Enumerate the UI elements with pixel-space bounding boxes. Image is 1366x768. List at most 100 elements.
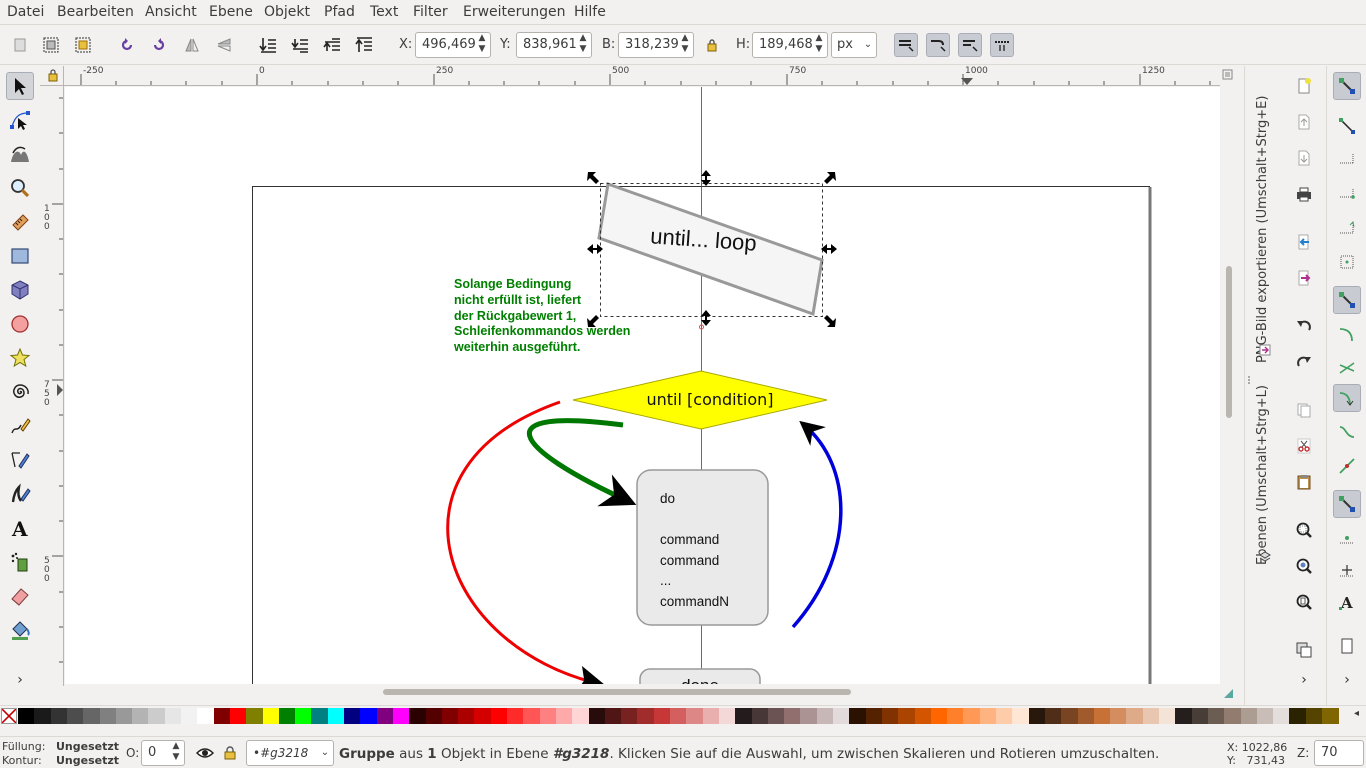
import-bitmap-button[interactable]	[1290, 228, 1318, 256]
snap-page-border-button[interactable]	[1333, 632, 1361, 660]
color-swatch[interactable]	[409, 708, 427, 724]
color-swatch[interactable]	[344, 708, 361, 724]
zoom-drawing-button[interactable]	[1290, 552, 1318, 580]
export-button[interactable]	[1290, 144, 1318, 172]
zoom-tool[interactable]	[6, 174, 34, 202]
zoom-page-button[interactable]	[1290, 588, 1318, 616]
menu-ebene[interactable]: Ebene	[209, 4, 253, 20]
color-swatch[interactable]	[686, 708, 704, 724]
scale-stroke-button[interactable]	[894, 33, 918, 57]
color-swatch[interactable]	[800, 708, 818, 724]
color-swatch[interactable]	[1061, 708, 1079, 724]
menu-filter[interactable]: Filter	[413, 4, 448, 20]
color-swatch[interactable]	[947, 708, 965, 724]
color-swatch[interactable]	[637, 708, 655, 724]
color-swatch[interactable]	[784, 708, 802, 724]
zoom-selection-button[interactable]	[1290, 516, 1318, 544]
select-all-layers-button[interactable]	[39, 33, 63, 57]
color-swatch[interactable]	[833, 708, 850, 724]
red-arrow[interactable]	[446, 400, 606, 684]
color-swatch[interactable]	[1322, 708, 1339, 724]
color-swatch[interactable]	[425, 708, 443, 724]
color-swatch[interactable]	[1191, 708, 1209, 724]
color-swatch[interactable]	[507, 708, 524, 724]
menu-hilfe[interactable]: Hilfe	[574, 4, 606, 20]
color-swatch[interactable]	[1044, 708, 1062, 724]
color-swatch[interactable]	[278, 708, 296, 724]
color-swatch[interactable]	[1142, 708, 1160, 724]
menu-pfad[interactable]: Pfad	[324, 4, 355, 20]
paste-button[interactable]	[1290, 468, 1318, 496]
commands-expand-button[interactable]: ›	[1290, 666, 1318, 694]
snap-expand-button[interactable]: ›	[1333, 666, 1361, 694]
measure-tool[interactable]	[6, 208, 34, 236]
new-document-button[interactable]	[1290, 72, 1318, 100]
paint-bucket-tool[interactable]	[6, 616, 34, 644]
lower-to-bottom-button[interactable]	[256, 33, 280, 57]
copy-button[interactable]	[1290, 396, 1318, 424]
snap-rotation-center-button[interactable]	[1333, 556, 1361, 584]
menu-ansicht[interactable]: Ansicht	[145, 4, 197, 20]
snap-enable-button[interactable]	[1333, 72, 1361, 100]
color-swatch[interactable]	[115, 708, 133, 724]
color-swatch[interactable]	[588, 708, 606, 724]
vertical-ruler[interactable]: 1 0 0 7 5 0 5 0 0	[40, 86, 64, 686]
horizontal-scroll-thumb[interactable]	[383, 689, 851, 695]
color-swatch[interactable]	[474, 708, 492, 724]
height-stepper-icon[interactable]: ▲ ▼	[813, 33, 825, 57]
color-swatch[interactable]	[523, 708, 541, 724]
menu-datei[interactable]: Datei	[7, 4, 44, 20]
snap-midpoints-button[interactable]	[1333, 452, 1361, 480]
y-field[interactable]: 838,961 ▲ ▼	[516, 32, 592, 58]
opacity-field[interactable]: 0 ▲ ▼	[141, 740, 185, 766]
snap-bbox-midpoint-button[interactable]	[1333, 214, 1361, 242]
snap-nodes-button[interactable]	[1333, 286, 1361, 314]
color-swatch[interactable]	[66, 708, 84, 724]
vertical-scroll-thumb[interactable]	[1226, 266, 1232, 418]
blue-arrow[interactable]	[791, 420, 843, 629]
color-swatch[interactable]	[914, 708, 932, 724]
snap-smooth-nodes-button[interactable]	[1333, 418, 1361, 446]
color-swatch[interactable]	[164, 708, 182, 724]
rotate-cw-button[interactable]	[147, 33, 171, 57]
color-swatch[interactable]	[458, 708, 476, 724]
color-swatch[interactable]	[621, 708, 639, 724]
menu-objekt[interactable]: Objekt	[264, 4, 310, 20]
rectangle-tool[interactable]	[6, 242, 34, 270]
color-swatch[interactable]	[1126, 708, 1144, 724]
width-stepper-icon[interactable]: ▲ ▼	[679, 33, 691, 57]
eraser-tool[interactable]	[6, 582, 34, 610]
color-swatch[interactable]	[1240, 708, 1258, 724]
menu-bearbeiten[interactable]: Bearbeiten	[57, 4, 134, 20]
selector-tool[interactable]	[6, 72, 34, 100]
green-arrow[interactable]	[527, 418, 637, 507]
color-swatch[interactable]	[865, 708, 883, 724]
color-swatch[interactable]	[213, 708, 231, 724]
opacity-stepper-icon[interactable]: ▲ ▼	[170, 741, 182, 765]
color-swatch[interactable]	[490, 708, 508, 724]
color-swatch[interactable]	[979, 708, 997, 724]
color-swatch[interactable]	[1256, 708, 1274, 724]
stroke-value[interactable]: Ungesetzt	[56, 754, 119, 767]
color-swatch[interactable]	[1159, 708, 1176, 724]
color-swatch[interactable]	[148, 708, 166, 724]
scale-corners-button[interactable]	[926, 33, 950, 57]
import-button[interactable]	[1290, 108, 1318, 136]
horizontal-ruler[interactable]: -250 0 250 500 750 1000 1250	[64, 66, 1220, 86]
color-swatch[interactable]	[229, 708, 247, 724]
color-swatch[interactable]	[1077, 708, 1095, 724]
color-swatch[interactable]	[539, 708, 557, 724]
toolbox-expand-button[interactable]: ›	[6, 666, 34, 694]
snap-objects-button[interactable]	[1333, 490, 1361, 518]
undo-button[interactable]	[1290, 312, 1318, 340]
color-swatch[interactable]	[702, 708, 720, 724]
color-swatch[interactable]	[50, 708, 68, 724]
color-swatch[interactable]	[718, 708, 736, 724]
drawing-canvas[interactable]: until... loop Solange Bedingung nicht er…	[65, 87, 1220, 684]
zoom-field[interactable]: 70	[1314, 740, 1364, 766]
color-swatch[interactable]	[1028, 708, 1046, 724]
width-field[interactable]: 318,239 ▲ ▼	[618, 32, 694, 58]
unit-select[interactable]: px ⌄	[831, 32, 877, 58]
color-swatch[interactable]	[767, 708, 785, 724]
color-swatch[interactable]	[751, 708, 769, 724]
